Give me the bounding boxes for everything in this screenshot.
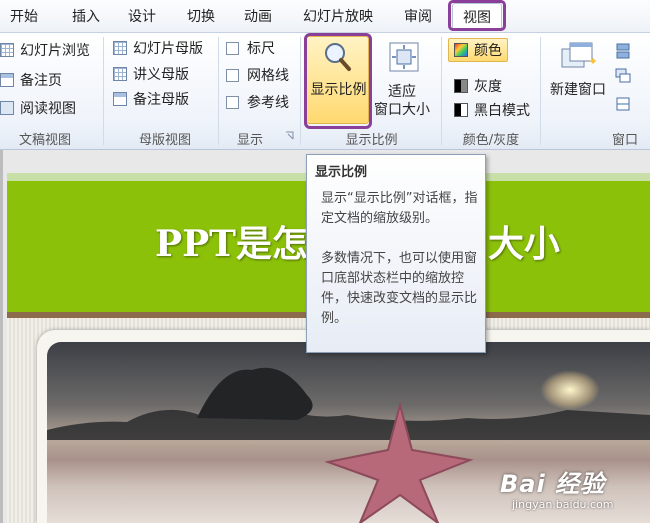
guides-label: 参考线: [247, 95, 289, 111]
zoom-button-highlight-box: [304, 33, 372, 129]
slide-sorter-label: 幻灯片浏览: [20, 43, 90, 59]
move-split-icon[interactable]: [614, 95, 634, 115]
group-divider: [103, 37, 104, 145]
slide-sorter-icon: [0, 43, 14, 57]
color-icon: [454, 43, 468, 57]
grayscale-button[interactable]: 灰度: [454, 75, 502, 97]
fit-label-line1: 适应: [388, 84, 416, 100]
ruler-checkbox[interactable]: 标尺: [226, 37, 275, 59]
grayscale-label: 灰度: [474, 79, 502, 95]
group-label-master-views: 母版视图: [138, 133, 191, 148]
guides-checkbox-box[interactable]: [226, 95, 239, 109]
group-label-zoom: 显示比例: [345, 133, 398, 148]
arrange-all-icon[interactable]: [614, 41, 634, 61]
notes-page-button[interactable]: 备注页: [0, 69, 62, 91]
tooltip-paragraph-2: 多数情况下，也可以使用窗口底部状态栏中的缩放控件，快速改变文档的显示比例。: [321, 251, 478, 326]
gridlines-checkbox-box[interactable]: [226, 68, 239, 82]
group-label-presentation-views: 文稿视图: [18, 133, 71, 148]
handout-master-label: 讲义母版: [133, 67, 189, 83]
slide-master-icon: [113, 41, 127, 55]
baidu-jingyan-watermark: Bai 经验 jingyan.baidu.com: [492, 460, 642, 520]
tooltip-title: 显示比例: [315, 165, 368, 180]
fit-to-window-icon: [389, 42, 419, 72]
view-tab-highlight-box: [448, 0, 506, 31]
tab-insert[interactable]: 插入: [64, 3, 108, 31]
notes-page-icon: [0, 73, 14, 87]
black-white-button[interactable]: 黑白模式: [454, 99, 530, 121]
tab-animations[interactable]: 动画: [236, 3, 280, 31]
starfish-image: [324, 401, 474, 523]
reading-view-label: 阅读视图: [20, 101, 76, 117]
reading-view-icon: [0, 101, 14, 115]
black-white-label: 黑白模式: [474, 103, 530, 119]
gridlines-label: 网格线: [247, 68, 289, 84]
group-label-show: 显示: [236, 133, 263, 148]
new-window-icon: [561, 42, 596, 68]
fit-to-window-button[interactable]: 适应 窗口大小: [372, 83, 432, 119]
slide-master-label: 幻灯片母版: [133, 41, 203, 57]
color-button[interactable]: 颜色: [448, 38, 508, 62]
reading-view-button[interactable]: 阅读视图: [0, 97, 76, 119]
color-label: 颜色: [474, 43, 502, 59]
tab-review[interactable]: 审阅: [396, 3, 440, 31]
tab-transitions[interactable]: 切换: [179, 3, 223, 31]
notes-master-icon: [113, 92, 127, 106]
new-window-button[interactable]: 新建窗口: [544, 81, 612, 99]
ribbon-tab-bar: 开始 插入 设计 切换 动画 幻灯片放映 审阅 视图: [0, 0, 650, 33]
ruler-label: 标尺: [247, 41, 275, 57]
group-divider: [300, 37, 301, 145]
tooltip-paragraph-1: 显示“显示比例”对话框，指定文档的缩放级别。: [321, 191, 478, 226]
tab-home[interactable]: 开始: [2, 3, 46, 31]
handout-master-icon: [113, 67, 127, 81]
tooltip-spacer: [321, 229, 483, 249]
group-divider: [218, 37, 219, 145]
fit-label-line2: 窗口大小: [374, 102, 430, 118]
slide-master-button[interactable]: 幻灯片母版: [113, 37, 203, 59]
slide-sorter-button[interactable]: 幻灯片浏览: [0, 39, 90, 61]
tab-slideshow[interactable]: 幻灯片放映: [296, 3, 380, 31]
dialog-launcher-icon[interactable]: [285, 131, 295, 141]
ruler-checkbox-box[interactable]: [226, 41, 239, 55]
group-label-color: 颜色/灰度: [462, 133, 520, 148]
notes-page-label: 备注页: [20, 73, 62, 89]
gridlines-checkbox[interactable]: 网格线: [226, 64, 289, 86]
group-divider: [540, 37, 541, 145]
left-gutter: [0, 150, 3, 523]
cascade-icon[interactable]: [614, 67, 634, 87]
black-white-icon: [454, 103, 468, 117]
handout-master-button[interactable]: 讲义母版: [113, 63, 189, 85]
notes-master-button[interactable]: 备注母版: [113, 88, 189, 110]
tab-design[interactable]: 设计: [120, 3, 164, 31]
group-divider: [441, 37, 442, 145]
notes-master-label: 备注母版: [133, 92, 189, 108]
watermark-logo: Bai 经验: [500, 470, 606, 498]
tooltip-body: 显示“显示比例”对话框，指定文档的缩放级别。 多数情况下，也可以使用窗口底部状态…: [321, 189, 483, 329]
zoom-tooltip: 显示比例 显示“显示比例”对话框，指定文档的缩放级别。 多数情况下，也可以使用窗…: [306, 154, 486, 353]
grayscale-icon: [454, 79, 468, 93]
group-label-window: 窗口: [611, 133, 638, 148]
watermark-url: jingyan.baidu.com: [512, 498, 614, 511]
guides-checkbox[interactable]: 参考线: [226, 91, 289, 113]
